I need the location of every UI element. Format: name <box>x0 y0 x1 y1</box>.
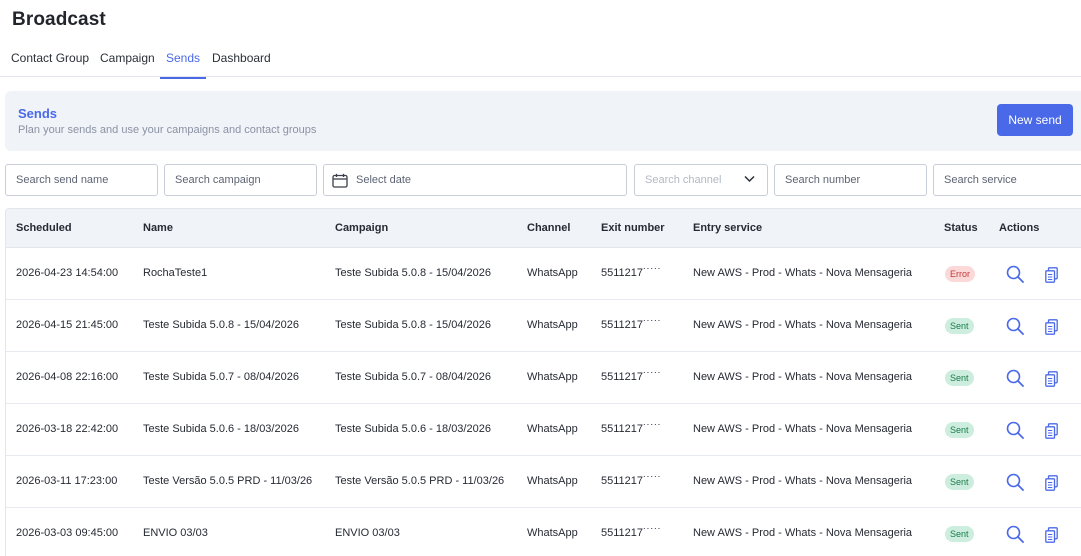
column-header-status[interactable]: Status <box>944 222 978 234</box>
table-row[interactable]: 2026-04-15 21:45:00 Teste Subida 5.0.8 - … <box>6 300 1081 352</box>
exit-number-cell: 5511217˙˙˙˙˙ <box>601 319 662 331</box>
column-header-entry-service[interactable]: Entry service <box>693 222 762 234</box>
column-header-campaign[interactable]: Campaign <box>335 222 388 234</box>
scheduled-cell: 2026-03-18 22:42:00 <box>16 423 119 435</box>
entry-service-cell: New AWS - Prod - Whats - Nova Mensageria <box>693 423 913 435</box>
table-row[interactable]: 2026-04-23 14:54:00 RochaTeste1 Teste Subi… <box>6 248 1081 300</box>
status-badge: Sent <box>945 474 974 490</box>
search-icon[interactable] <box>1006 421 1024 439</box>
entry-service-cell: New AWS - Prod - Whats - Nova Mensageria <box>693 371 913 383</box>
scheduled-cell: 2026-04-23 14:54:00 <box>16 267 119 279</box>
search-icon[interactable] <box>1006 317 1024 335</box>
tab-bar: Contact Group Campaign Sends Dashboard <box>0 48 1081 79</box>
copy-icon[interactable] <box>1045 267 1058 283</box>
channel-cell: WhatsApp <box>527 267 578 279</box>
banner-title: Sends <box>18 106 58 121</box>
sends-banner: Sends Plan your sends and use your campa… <box>5 91 1081 151</box>
exit-number-cell: 5511217˙˙˙˙˙ <box>601 527 662 539</box>
campaign-cell: ENVIO 03/03 <box>335 527 400 539</box>
table-header: Scheduled Name Campaign Channel Exit num… <box>6 209 1081 248</box>
search-campaign-input[interactable] <box>165 165 316 195</box>
name-cell: Teste Subida 5.0.6 - 18/03/2026 <box>143 423 299 435</box>
campaign-filter <box>164 164 317 196</box>
column-header-name[interactable]: Name <box>143 222 173 234</box>
date-filter <box>323 164 627 196</box>
channel-cell: WhatsApp <box>527 423 578 435</box>
table-row[interactable]: 2026-03-03 09:45:00 ENVIO 03/03 ENVIO 03/0… <box>6 508 1081 556</box>
status-badge: Sent <box>945 526 974 542</box>
banner-subtitle: Plan your sends and use your campaigns a… <box>18 124 317 136</box>
tab-dashboard[interactable]: Dashboard <box>212 51 271 76</box>
service-filter <box>933 164 1081 196</box>
app-title: Broadcast <box>12 9 106 30</box>
number-filter <box>774 164 927 196</box>
scheduled-cell: 2026-03-11 17:23:00 <box>16 475 118 487</box>
status-badge: Sent <box>945 422 974 438</box>
status-badge: Sent <box>945 370 974 386</box>
entry-service-cell: New AWS - Prod - Whats - Nova Mensageria <box>693 527 913 539</box>
search-service-input[interactable] <box>934 165 1081 195</box>
column-header-exit-number[interactable]: Exit number <box>601 222 665 234</box>
campaign-cell: Teste Subida 5.0.8 - 15/04/2026 <box>335 319 491 331</box>
status-badge: Sent <box>945 318 974 334</box>
search-icon[interactable] <box>1006 525 1024 543</box>
entry-service-cell: New AWS - Prod - Whats - Nova Mensageria <box>693 475 913 487</box>
name-cell: Teste Versão 5.0.5 PRD - 11/03/26 <box>143 475 313 487</box>
search-icon[interactable] <box>1006 369 1024 387</box>
table-row[interactable]: 2026-03-11 17:23:00 Teste Versão 5.0.5 PR… <box>6 456 1081 508</box>
campaign-cell: Teste Subida 5.0.6 - 18/03/2026 <box>335 423 491 435</box>
search-number-input[interactable] <box>775 165 926 195</box>
channel-cell: WhatsApp <box>527 371 578 383</box>
entry-service-cell: New AWS - Prod - Whats - Nova Mensageria <box>693 267 913 279</box>
exit-number-cell: 5511217˙˙˙˙˙ <box>601 371 662 383</box>
search-icon[interactable] <box>1006 473 1024 491</box>
name-cell: Teste Subida 5.0.8 - 15/04/2026 <box>143 319 299 331</box>
exit-number-cell: 5511217˙˙˙˙˙ <box>601 267 662 279</box>
name-cell: RochaTeste1 <box>143 267 208 279</box>
table-row[interactable]: 2026-03-18 22:42:00 Teste Subida 5.0.6 - … <box>6 404 1081 456</box>
status-badge: Error <box>945 266 975 282</box>
sends-table: Scheduled Name Campaign Channel Exit num… <box>5 208 1081 556</box>
campaign-cell: Teste Subida 5.0.7 - 08/04/2026 <box>335 371 491 383</box>
copy-icon[interactable] <box>1045 423 1058 439</box>
exit-number-cell: 5511217˙˙˙˙˙ <box>601 423 662 435</box>
scheduled-cell: 2026-03-03 09:45:00 <box>16 527 119 539</box>
channel-cell: WhatsApp <box>527 319 578 331</box>
exit-number-cell: 5511217˙˙˙˙˙ <box>601 475 662 487</box>
channel-filter[interactable] <box>634 164 768 196</box>
column-header-actions: Actions <box>999 222 1040 234</box>
search-icon[interactable] <box>1006 265 1024 283</box>
copy-icon[interactable] <box>1045 475 1058 491</box>
tab-campaign[interactable]: Campaign <box>100 51 155 76</box>
column-header-scheduled[interactable]: Scheduled <box>16 222 72 234</box>
table-row[interactable]: 2026-04-08 22:16:00 Teste Subida 5.0.7 - … <box>6 352 1081 404</box>
copy-icon[interactable] <box>1045 319 1058 335</box>
entry-service-cell: New AWS - Prod - Whats - Nova Mensageria <box>693 319 913 331</box>
tab-contact-group[interactable]: Contact Group <box>11 51 89 76</box>
send-name-filter <box>5 164 158 196</box>
channel-cell: WhatsApp <box>527 475 578 487</box>
search-send-name-input[interactable] <box>6 165 157 195</box>
campaign-cell: Teste Versão 5.0.5 PRD - 11/03/26 <box>335 475 505 487</box>
copy-icon[interactable] <box>1045 371 1058 387</box>
chevron-down-icon[interactable] <box>744 175 755 183</box>
scheduled-cell: 2026-04-15 21:45:00 <box>16 319 119 331</box>
name-cell: Teste Subida 5.0.7 - 08/04/2026 <box>143 371 299 383</box>
tab-sends[interactable]: Sends <box>160 51 207 79</box>
column-header-channel[interactable]: Channel <box>527 222 570 234</box>
copy-icon[interactable] <box>1045 527 1058 543</box>
new-send-button[interactable]: New send <box>997 104 1073 136</box>
select-date-input[interactable] <box>324 165 626 195</box>
scheduled-cell: 2026-04-08 22:16:00 <box>16 371 119 383</box>
name-cell: ENVIO 03/03 <box>143 527 208 539</box>
campaign-cell: Teste Subida 5.0.8 - 15/04/2026 <box>335 267 491 279</box>
channel-cell: WhatsApp <box>527 527 578 539</box>
